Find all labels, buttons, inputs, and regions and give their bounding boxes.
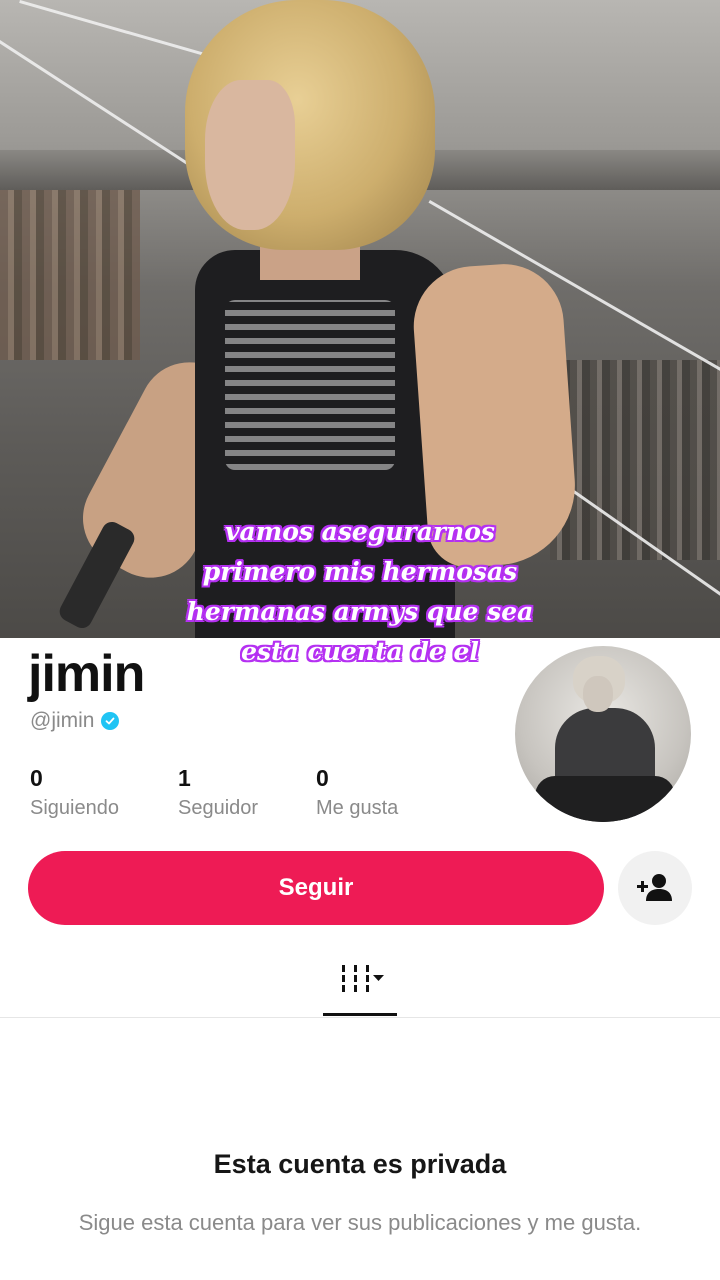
- caption-line: hermanas armys que sea: [186, 597, 534, 626]
- tab-videos[interactable]: [323, 955, 397, 1017]
- follow-button[interactable]: Seguir: [28, 851, 604, 925]
- caption-line: esta cuenta de el: [241, 637, 479, 666]
- profile-handle: @jimin: [30, 709, 95, 732]
- stat-value: 0: [30, 765, 43, 791]
- private-account-description: Sigue esta cuenta para ver sus publicaci…: [78, 1210, 642, 1235]
- stat-value: 1: [178, 765, 191, 791]
- grid-dropdown-icon: [323, 965, 397, 1009]
- crowd-left: [0, 190, 140, 360]
- avatar[interactable]: [515, 646, 691, 822]
- stat-following[interactable]: 0 Siguiendo: [30, 762, 119, 822]
- stat-value: 0: [316, 765, 329, 791]
- stat-label: Seguidor: [178, 797, 259, 819]
- stat-likes[interactable]: 0 Me gusta: [316, 762, 398, 822]
- suggest-accounts-button[interactable]: [618, 851, 692, 925]
- verified-badge-icon: [100, 712, 119, 730]
- stat-label: Siguiendo: [30, 797, 119, 819]
- profile-handle-row: @jimin: [30, 709, 119, 733]
- caption-line: primero mis hermosas: [202, 557, 518, 586]
- caption-line: vamos asegurarnos: [225, 517, 495, 546]
- avatar-figure: [583, 676, 613, 712]
- performer-face: [205, 80, 295, 230]
- shirt-print: [225, 300, 395, 470]
- video-caption: vamos asegurarnos primero mis hermosas h…: [0, 512, 720, 672]
- private-account-title: Esta cuenta es privada: [213, 1149, 507, 1179]
- add-user-icon: [636, 872, 674, 905]
- stat-label: Me gusta: [316, 797, 399, 819]
- avatar-figure: [535, 776, 675, 822]
- tab-active-indicator: [323, 1013, 397, 1016]
- stat-followers[interactable]: 1 Seguidor: [178, 762, 258, 822]
- divider: [0, 1017, 720, 1018]
